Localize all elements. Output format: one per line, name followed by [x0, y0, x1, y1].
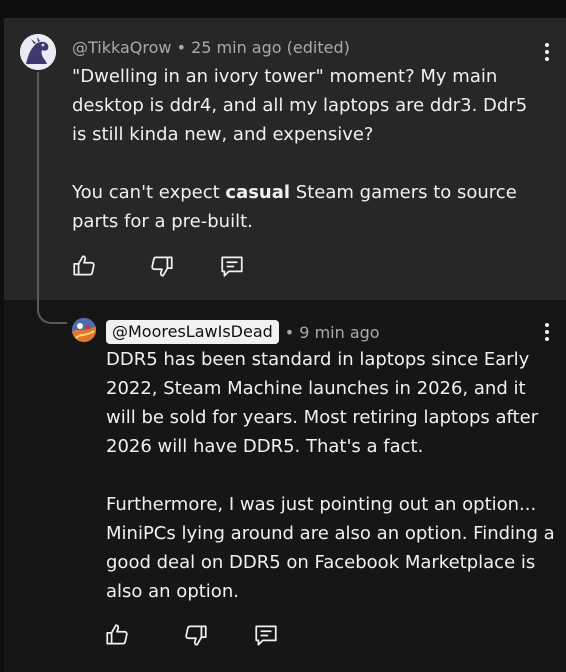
reply-timestamp: • 9 min ago — [284, 322, 380, 342]
reply-author[interactable]: @MooresLawIsDead — [106, 320, 279, 344]
avatar[interactable] — [72, 318, 96, 342]
thread-connector — [37, 300, 67, 324]
more-vert-icon[interactable] — [537, 320, 557, 344]
thread-line — [37, 72, 39, 310]
reply-paragraph: DDR5 has been standard in laptops since … — [106, 349, 539, 457]
comment-icon[interactable] — [219, 253, 245, 279]
top-strip — [0, 0, 566, 18]
thumb-down-icon[interactable] — [149, 253, 175, 279]
comment-timestamp: • 25 min ago (edited) — [171, 38, 350, 57]
more-vert-icon[interactable] — [537, 40, 557, 64]
avatar-image — [72, 318, 96, 342]
reply-meta: @MooresLawIsDead • 9 min ago — [106, 320, 380, 344]
thumb-down-icon[interactable] — [183, 622, 209, 648]
comment-paragraph: "Dwelling in an ivory tower" moment? My … — [72, 66, 528, 145]
comment-body: "Dwelling in an ivory tower" moment? My … — [72, 62, 532, 236]
thumb-up-icon[interactable] — [71, 253, 97, 279]
comment-icon[interactable] — [253, 622, 279, 648]
comment-paragraph: You can't expect casual Steam gamers to … — [72, 182, 517, 232]
reply-body: DDR5 has been standard in laptops since … — [106, 345, 556, 606]
comment-author[interactable]: @TikkaQrow — [72, 38, 171, 57]
reply-paragraph: Furthermore, I was just pointing out an … — [106, 494, 555, 602]
comment-meta: @TikkaQrow • 25 min ago (edited) — [72, 38, 350, 57]
avatar-image — [20, 34, 56, 70]
thumb-up-icon[interactable] — [104, 622, 130, 648]
avatar[interactable] — [20, 34, 56, 70]
